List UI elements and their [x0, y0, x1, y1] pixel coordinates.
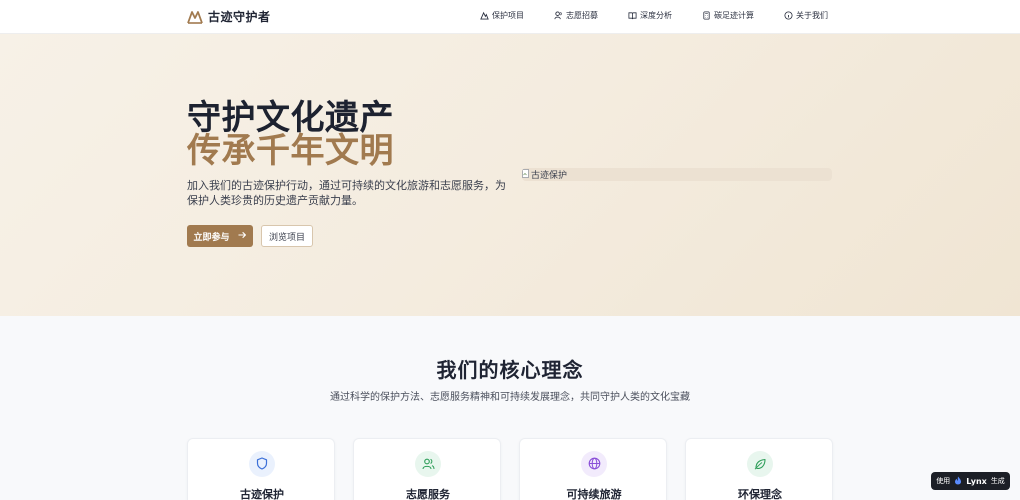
nav-item-projects[interactable]: 保护项目 — [480, 10, 524, 21]
mountain-logo-icon — [187, 10, 203, 24]
badge-prefix: 使用 — [936, 477, 951, 485]
card-title: 环保理念 — [738, 488, 782, 500]
hero-image: 古迹保护 — [522, 168, 832, 181]
hero-title-line2: 传承千年文明 — [187, 131, 394, 171]
users-icon — [421, 455, 435, 474]
generated-by-lynx-badge[interactable]: 使用 Lynx 生成 — [931, 472, 1010, 490]
nav-item-about[interactable]: 关于我们 — [784, 10, 828, 21]
arrow-right-icon — [237, 231, 247, 242]
card-volunteer-service[interactable]: 志愿服务 — [353, 438, 501, 500]
section-title: 我们的核心理念 — [436, 358, 584, 382]
join-now-label: 立即参与 — [193, 232, 230, 243]
card-heritage-protection[interactable]: 古迹保护 — [187, 438, 335, 500]
brand[interactable]: 古迹守护者 — [187, 8, 271, 25]
hero-section: 守护文化遗产 传承千年文明 加入我们的古迹保护行动，通过可持续的文化旅游和志愿服… — [0, 34, 1020, 316]
nav-item-label: 志愿招募 — [566, 11, 598, 20]
card-title: 古迹保护 — [240, 488, 284, 500]
nav-item-label: 深度分析 — [640, 11, 672, 20]
shield-icon — [256, 455, 268, 474]
book-open-icon — [628, 11, 637, 20]
card-icon-wrap — [581, 451, 607, 477]
join-now-button[interactable]: 立即参与 — [187, 225, 253, 247]
card-icon-wrap — [415, 451, 441, 477]
main-nav: 保护项目 志愿招募 深度分析 碳足迹计算 关于我们 — [480, 10, 828, 21]
section-subtitle: 通过科学的保护方法、志愿服务精神和可持续发展理念，共同守护人类的文化宝藏 — [330, 392, 690, 403]
card-eco-concept[interactable]: 环保理念 — [685, 438, 833, 500]
landmark-icon — [480, 11, 489, 20]
users-icon — [554, 11, 563, 20]
lynx-flame-icon — [954, 476, 962, 487]
nav-item-analysis[interactable]: 深度分析 — [628, 10, 672, 21]
card-icon-wrap — [249, 451, 275, 477]
card-title: 可持续旅游 — [566, 488, 622, 500]
info-icon — [784, 11, 793, 20]
hero-image-alt-text: 古迹保护 — [531, 171, 568, 181]
nav-item-volunteer[interactable]: 志愿招募 — [554, 10, 598, 21]
browse-projects-button[interactable]: 浏览项目 — [261, 225, 313, 247]
nav-item-label: 碳足迹计算 — [714, 11, 754, 20]
nav-item-label: 关于我们 — [796, 11, 828, 20]
hero-description: 加入我们的古迹保护行动，通过可持续的文化旅游和志愿服务，为保护人类珍贵的历史遗产… — [187, 179, 506, 207]
card-icon-wrap — [747, 451, 773, 477]
card-title: 志愿服务 — [406, 488, 450, 500]
brand-name: 古迹守护者 — [208, 10, 271, 24]
calculator-icon — [702, 11, 711, 20]
top-navbar: 古迹守护者 保护项目 志愿招募 深度分析 碳足迹计算 关于我们 — [0, 0, 1020, 34]
badge-brand: Lynx — [966, 476, 987, 486]
broken-image-icon — [522, 168, 530, 181]
globe-icon — [588, 455, 601, 474]
nav-item-label: 保护项目 — [492, 11, 524, 20]
nav-item-carbon[interactable]: 碳足迹计算 — [702, 10, 754, 21]
badge-suffix: 生成 — [990, 477, 1005, 485]
card-sustainable-tourism[interactable]: 可持续旅游 — [519, 438, 667, 500]
leaf-icon — [754, 455, 766, 474]
